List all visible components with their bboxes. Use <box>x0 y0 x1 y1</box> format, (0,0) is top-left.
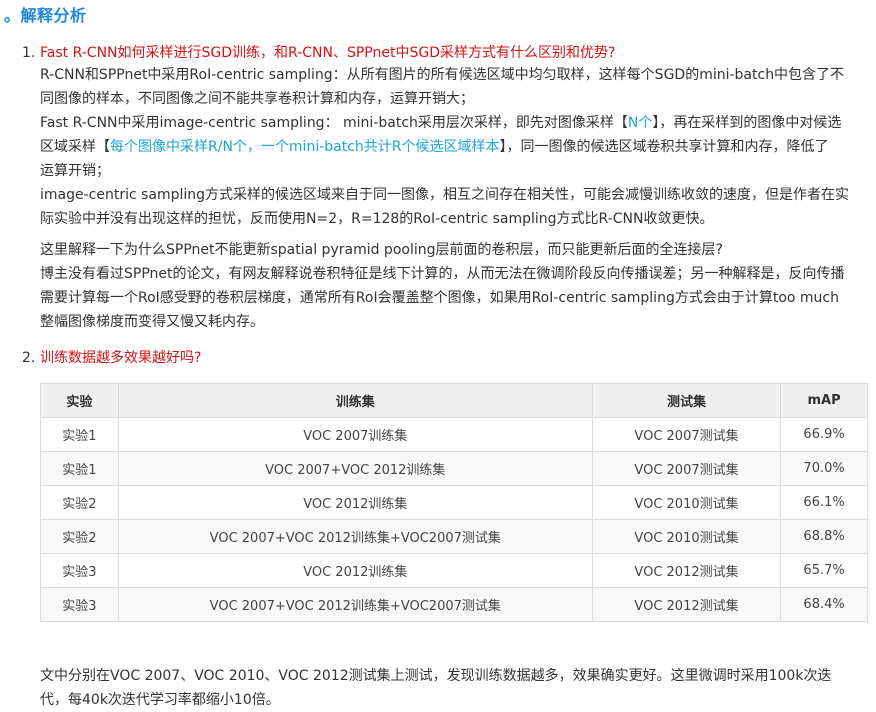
answer-1-text: Fast R-CNN中采用image-centric sampling： min… <box>40 115 628 131</box>
table-header-row: 实验 训练集 测试集 mAP <box>40 383 868 418</box>
explanation-line: 这里解释一下为什么SPPnet不能更新spatial pyramid pooli… <box>40 242 723 258</box>
table-row: 实验2 VOC 2012训练集 VOC 2010测试集 66.1% <box>40 485 868 520</box>
explanation-line: 博主没有看过SPPnet的论文，有网友解释说卷积特征是线下计算的，从而无法在微调… <box>40 266 845 282</box>
highlight-text: N个 <box>627 115 653 131</box>
results-table: 实验 训练集 测试集 mAP 实验1 VOC 2007训练集 VOC 2007测… <box>40 383 868 622</box>
cell-experiment: 实验2 <box>40 485 119 520</box>
table-row: 实验1 VOC 2007+VOC 2012训练集 VOC 2007测试集 70.… <box>40 451 868 486</box>
cell-train-set: VOC 2007+VOC 2012训练集 <box>117 451 593 486</box>
cell-map: 66.1% <box>780 485 868 520</box>
cell-train-set: VOC 2007训练集 <box>117 417 593 452</box>
answer-1-text: 】，再在采样到的图像中对候选 <box>652 115 842 131</box>
cell-map: 65.7% <box>780 553 868 588</box>
answer-1-line: 区域采样【每个图像中采样R/N个，一个mini-batch共计R个候选区域样本】… <box>40 135 868 159</box>
cell-train-set: VOC 2007+VOC 2012训练集+VOC2007测试集 <box>117 587 593 622</box>
cell-train-set: VOC 2012训练集 <box>117 553 593 588</box>
section-heading: 。解释分析 <box>4 6 87 25</box>
cell-test-set: VOC 2007测试集 <box>591 451 782 486</box>
question-1-title: Fast R-CNN如何采样进行SGD训练，和R-CNN、SPPnet中SGD采… <box>40 45 616 61</box>
cell-map: 68.4% <box>780 587 868 622</box>
cell-experiment: 实验3 <box>40 587 119 622</box>
question-1: 1. Fast R-CNN如何采样进行SGD训练，和R-CNN、SPPnet中SG… <box>22 42 615 62</box>
explanation-body: 这里解释一下为什么SPPnet不能更新spatial pyramid pooli… <box>40 238 868 334</box>
cell-map: 66.9% <box>780 417 868 452</box>
table-row: 实验2 VOC 2007+VOC 2012训练集+VOC2007测试集 VOC … <box>40 519 868 554</box>
answer-1-line: Fast R-CNN中采用image-centric sampling： min… <box>40 111 868 135</box>
cell-train-set: VOC 2012训练集 <box>117 485 593 520</box>
answer-1-text: 区域采样【 <box>40 139 110 155</box>
table-row: 实验3 VOC 2012训练集 VOC 2012测试集 65.7% <box>40 553 868 588</box>
cell-test-set: VOC 2007测试集 <box>591 417 782 452</box>
conclusion-line: 代，每40k次迭代学习率都缩小10倍。 <box>40 692 280 708</box>
conclusion-line: 文中分别在VOC 2007、VOC 2010、VOC 2012测试集上测试，发现… <box>40 668 832 684</box>
cell-test-set: VOC 2010测试集 <box>591 519 782 554</box>
answer-1-line: 运算开销； <box>40 163 110 179</box>
conclusion-text: 文中分别在VOC 2007、VOC 2010、VOC 2012测试集上测试，发现… <box>40 664 868 712</box>
cell-test-set: VOC 2012测试集 <box>591 587 782 622</box>
header-map: mAP <box>780 383 868 418</box>
cell-experiment: 实验3 <box>40 553 119 588</box>
cell-experiment: 实验2 <box>40 519 119 554</box>
question-1-number: 1. <box>22 45 36 61</box>
question-2: 2. 训练数据越多效果越好吗? <box>22 347 201 367</box>
question-2-title: 训练数据越多效果越好吗? <box>40 350 202 366</box>
table-row: 实验1 VOC 2007训练集 VOC 2007测试集 66.9% <box>40 417 868 452</box>
cell-map: 70.0% <box>780 451 868 486</box>
answer-1-line: 际实验中并没有出现这样的担忧，反而使用N=2，R=128的RoI-centric… <box>40 211 714 227</box>
answer-1-text: 】，同一图像的候选区域卷积共享计算和内存，降低了 <box>499 139 829 155</box>
explanation-line: 整幅图像梯度而变得又慢又耗内存。 <box>40 314 264 330</box>
question-2-number: 2. <box>22 350 36 366</box>
highlight-text: 每个图像中采样R/N个，一个mini-batch共计R个候选区域样本 <box>110 139 500 155</box>
cell-experiment: 实验1 <box>40 417 119 452</box>
cell-map: 68.8% <box>780 519 868 554</box>
cell-train-set: VOC 2007+VOC 2012训练集+VOC2007测试集 <box>117 519 593 554</box>
cell-test-set: VOC 2010测试集 <box>591 485 782 520</box>
answer-1-line: image-centric sampling方式采样的候选区域来自于同一图像，相… <box>40 187 850 203</box>
answer-1-body: R-CNN和SPPnet中采用RoI-centric sampling：从所有图… <box>40 63 868 231</box>
answer-1-line: 同图像的样本，不同图像之间不能共享卷积计算和内存，运算开销大； <box>40 91 474 107</box>
cell-experiment: 实验1 <box>40 451 119 486</box>
answer-1-line: R-CNN和SPPnet中采用RoI-centric sampling：从所有图… <box>40 67 845 83</box>
header-experiment: 实验 <box>40 383 119 418</box>
cell-test-set: VOC 2012测试集 <box>591 553 782 588</box>
header-test-set: 测试集 <box>591 383 782 418</box>
explanation-line: 需要计算每一个RoI感受野的卷积层梯度，通常所有RoI会覆盖整个图像，如果用Ro… <box>40 290 839 306</box>
header-train-set: 训练集 <box>117 383 593 418</box>
table-row: 实验3 VOC 2007+VOC 2012训练集+VOC2007测试集 VOC … <box>40 587 868 622</box>
